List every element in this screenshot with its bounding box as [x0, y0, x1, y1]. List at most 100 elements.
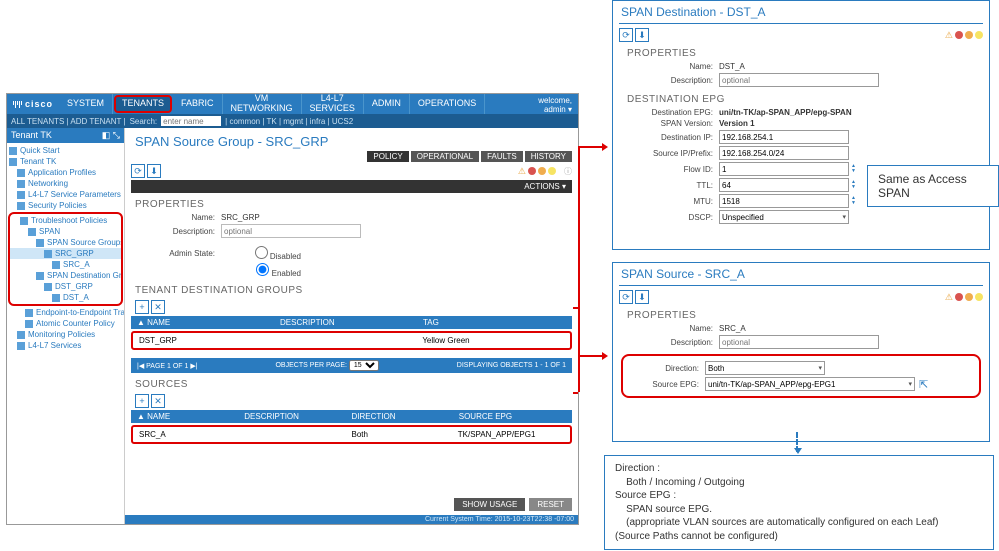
tree-node[interactable]: L4-L7 Service Parameters: [7, 189, 124, 200]
welcome-user[interactable]: welcome, admin ▾: [532, 94, 578, 114]
tree-node[interactable]: SRC_A: [10, 259, 121, 270]
fault-major-icon: [965, 293, 973, 301]
tab-history[interactable]: HISTORY: [525, 151, 572, 162]
sources-section: SOURCES: [125, 373, 578, 392]
connector-stub-1: [573, 307, 578, 309]
search-input[interactable]: [161, 116, 221, 126]
mtu-input[interactable]: [719, 194, 849, 208]
flow-id-input[interactable]: [719, 162, 849, 176]
src-row[interactable]: SRC_ABothTK/SPAN_APP/EPG1: [131, 425, 572, 444]
folder-icon: [17, 331, 25, 339]
tab-operations[interactable]: OPERATIONS: [410, 94, 485, 114]
fault-major-icon: [538, 167, 546, 175]
tree-label: Quick Start: [20, 146, 60, 155]
tree-node[interactable]: DST_GRP: [10, 281, 121, 292]
tree-label: Security Policies: [28, 201, 87, 210]
dest-desc-input[interactable]: [719, 73, 879, 87]
tree-node[interactable]: SPAN: [10, 226, 121, 237]
source-epg-select[interactable]: uni/tn-TK/ap-SPAN_APP/epg-EPG1: [705, 377, 915, 391]
src-desc-input[interactable]: [719, 335, 879, 349]
tab-operational[interactable]: OPERATIONAL: [411, 151, 479, 162]
dashed-arrow-down: [796, 432, 798, 452]
goto-epg-icon[interactable]: ⇱: [919, 378, 928, 391]
add-src-icon[interactable]: +: [135, 394, 149, 408]
span-source-panel: SPAN Source - SRC_A ⟳ ⬇ ⚠ PROPERTIES Nam…: [612, 262, 990, 442]
folder-icon: [36, 239, 44, 247]
main-content: SPAN Source Group - SRC_GRP POLICY OPERA…: [125, 128, 578, 524]
name-label: Name:: [135, 213, 215, 222]
folder-icon: [44, 283, 52, 291]
tree-node[interactable]: Quick Start: [7, 145, 124, 156]
dest-epg-section: DESTINATION EPG: [613, 88, 989, 107]
folder-icon: [44, 250, 52, 258]
tree-node[interactable]: Security Policies: [7, 200, 124, 211]
refresh-icon[interactable]: ⟳: [131, 164, 145, 178]
src-ip-input[interactable]: [719, 146, 849, 160]
admin-state-label: Admin State:: [135, 249, 215, 258]
subnav-crumbs[interactable]: | common | TK | mgmt | infra | UCS2: [225, 117, 353, 126]
tab-system[interactable]: SYSTEM: [59, 94, 113, 114]
dest-download-icon[interactable]: ⬇: [635, 28, 649, 42]
tab-l4l7-services[interactable]: L4-L7 SERVICES: [302, 94, 364, 114]
tab-fabric[interactable]: FABRIC: [173, 94, 223, 114]
tree-node[interactable]: L4-L7 Services: [7, 340, 124, 351]
tree-node[interactable]: Troubleshoot Policies: [10, 215, 121, 226]
tree-label: SRC_A: [63, 260, 90, 269]
tree-node[interactable]: Networking: [7, 178, 124, 189]
direction-select[interactable]: Both: [705, 361, 825, 375]
actions-menu[interactable]: ACTIONS ▾: [131, 180, 572, 193]
apic-window: cisco SYSTEM TENANTS FABRIC VM NETWORKIN…: [6, 93, 579, 525]
page-size-select[interactable]: 15: [349, 360, 379, 371]
tab-policy[interactable]: POLICY: [367, 151, 408, 162]
tree-header: Tenant TK: [11, 130, 52, 141]
folder-icon: [17, 202, 25, 210]
tab-admin[interactable]: ADMIN: [364, 94, 410, 114]
tree-node[interactable]: Atomic Counter Policy: [7, 318, 124, 329]
warning-icon: ⚠: [518, 166, 526, 177]
tree-node[interactable]: DST_A: [10, 292, 121, 303]
tree-toggle-icon[interactable]: ◧ ⤡: [102, 130, 120, 141]
download-icon[interactable]: ⬇: [147, 164, 161, 178]
tree-label: SPAN Source Groups: [47, 238, 121, 247]
ttl-input[interactable]: [719, 178, 849, 192]
delete-src-icon[interactable]: ✕: [151, 394, 165, 408]
subnav-links[interactable]: ALL TENANTS | ADD TENANT |: [11, 117, 126, 126]
pager[interactable]: |◀ PAGE 1 OF 1 ▶| OBJECTS PER PAGE: 15 D…: [131, 358, 572, 373]
tab-faults[interactable]: FAULTS: [481, 151, 523, 162]
src-properties: PROPERTIES: [613, 304, 989, 323]
tree-node[interactable]: SRC_GRP: [10, 248, 121, 259]
tree-node[interactable]: Application Profiles: [7, 167, 124, 178]
folder-icon: [17, 180, 25, 188]
tree-label: SRC_GRP: [55, 249, 94, 258]
dest-name-value: DST_A: [719, 62, 745, 71]
delete-icon[interactable]: ✕: [151, 300, 165, 314]
name-value: SRC_GRP: [221, 213, 260, 222]
description-input[interactable]: [221, 224, 361, 238]
tree-node[interactable]: Tenant TK: [7, 156, 124, 167]
admin-disabled-radio[interactable]: Disabled: [221, 246, 301, 261]
fault-minor-icon: [975, 293, 983, 301]
tree-node[interactable]: Endpoint-to-Endpoint Traceroute Pol..: [7, 307, 124, 318]
folder-icon: [17, 169, 25, 177]
tree-node[interactable]: Monitoring Policies: [7, 329, 124, 340]
tab-vm-networking[interactable]: VM NETWORKING: [223, 94, 302, 114]
show-usage-button[interactable]: SHOW USAGE: [454, 498, 525, 511]
sub-nav: ALL TENANTS | ADD TENANT | Search: | com…: [7, 114, 578, 128]
src-download-icon[interactable]: ⬇: [635, 290, 649, 304]
tree-label: L4-L7 Service Parameters: [28, 190, 121, 199]
tree-label: Networking: [28, 179, 68, 188]
tree-label: SPAN Destination Groups: [47, 271, 121, 280]
tree-label: Tenant TK: [20, 157, 56, 166]
folder-icon: [25, 320, 33, 328]
dest-refresh-icon[interactable]: ⟳: [619, 28, 633, 42]
add-icon[interactable]: +: [135, 300, 149, 314]
tab-tenants[interactable]: TENANTS: [114, 95, 172, 113]
dscp-select[interactable]: Unspecified: [719, 210, 849, 224]
src-refresh-icon[interactable]: ⟳: [619, 290, 633, 304]
tdg-row[interactable]: DST_GRPYellow Green: [131, 331, 572, 350]
admin-enabled-radio[interactable]: Enabled: [221, 263, 301, 278]
dest-ip-input[interactable]: [719, 130, 849, 144]
reset-button[interactable]: RESET: [529, 498, 572, 511]
tree-node[interactable]: SPAN Source Groups: [10, 237, 121, 248]
tree-node[interactable]: SPAN Destination Groups: [10, 270, 121, 281]
